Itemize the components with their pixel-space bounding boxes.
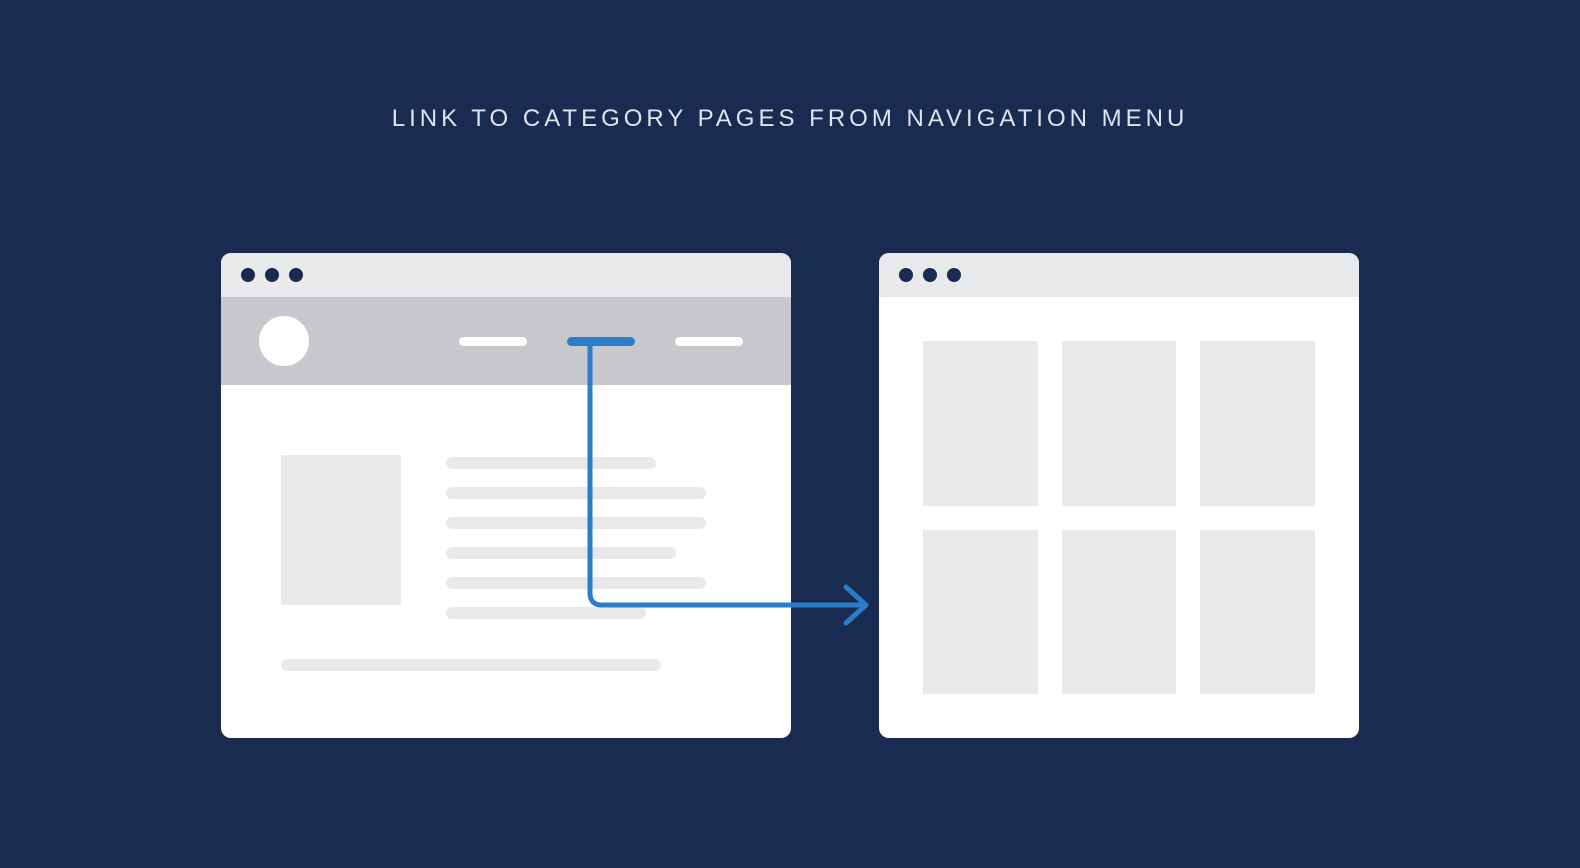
source-browser-window [221,253,791,738]
text-line-placeholder [446,457,656,469]
browser-chrome [879,253,1359,297]
category-tile [1200,530,1315,695]
article-row [281,455,741,619]
text-line-placeholder [446,607,646,619]
window-dot-icon [289,268,303,282]
text-lines [446,455,741,619]
diagram-container [0,253,1580,738]
category-tile [1062,530,1177,695]
window-dot-icon [241,268,255,282]
logo-icon [259,316,309,366]
window-dot-icon [923,268,937,282]
text-line-placeholder [446,547,676,559]
category-tile [923,341,1038,506]
nav-link-item [675,337,743,346]
text-line-placeholder [281,659,661,671]
thumbnail-placeholder [281,455,401,605]
category-tile [1062,341,1177,506]
navigation-bar [221,297,791,385]
text-line-placeholder [446,517,706,529]
text-line-placeholder [446,577,706,589]
window-dot-icon [265,268,279,282]
browser-chrome [221,253,791,297]
nav-link-item [459,337,527,346]
nav-link-highlighted [567,337,635,346]
window-dot-icon [899,268,913,282]
page-body [221,385,791,701]
page-title: LINK TO CATEGORY PAGES FROM NAVIGATION M… [392,105,1189,133]
category-grid [879,297,1359,738]
target-browser-window [879,253,1359,738]
category-tile [923,530,1038,695]
category-tile [1200,341,1315,506]
nav-links [459,337,743,346]
text-line-placeholder [446,487,706,499]
window-dot-icon [947,268,961,282]
